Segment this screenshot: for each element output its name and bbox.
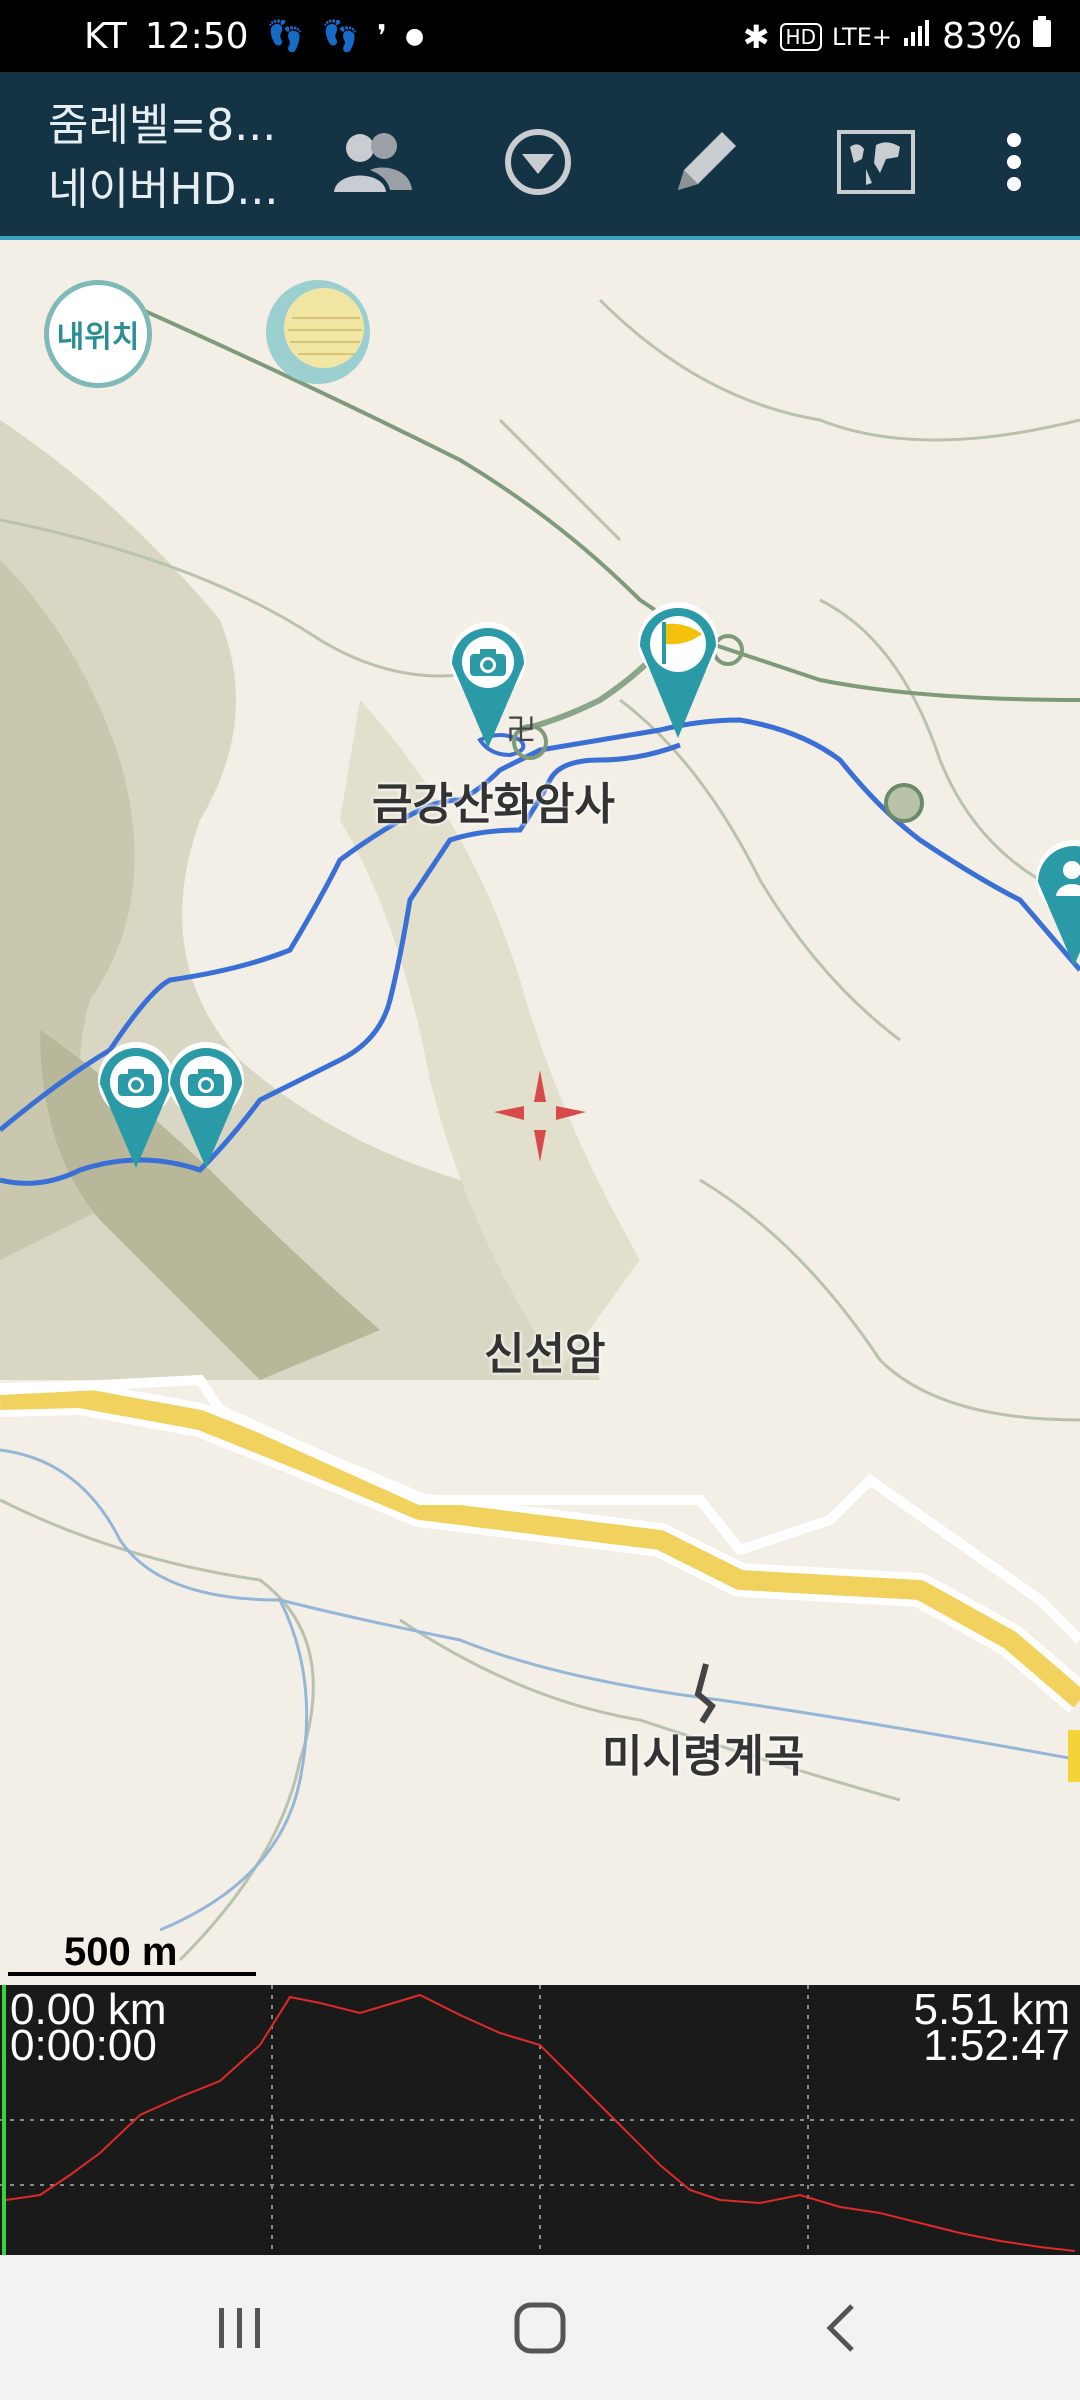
- recent-apps-button[interactable]: [180, 2293, 300, 2363]
- sun-icon: [266, 280, 370, 384]
- place-label-hermitage: 신선암: [484, 1329, 606, 1380]
- dot-icon: ●: [404, 24, 425, 49]
- stream-branch: [159, 1599, 309, 1932]
- person-icon: [1056, 861, 1080, 896]
- main-road: [0, 1388, 1080, 1708]
- bluetooth-icon: ✱: [742, 17, 770, 56]
- place-label-temple: 금강산화암사: [372, 779, 615, 830]
- trail-line: [519, 657, 653, 733]
- network-label: LTE+: [831, 22, 892, 51]
- direction-arrow-icon: [694, 1663, 716, 1724]
- elevation-profile[interactable]: 0.00 km 0:00:00 5.51 km 1:52:47: [0, 1985, 1080, 2255]
- status-left: KT 12:50 👣 👣 ❜ ●: [84, 16, 424, 57]
- user-waypoint-pin[interactable]: [1034, 838, 1080, 968]
- back-button[interactable]: [782, 2293, 902, 2363]
- elevation-cursor[interactable]: [2, 1985, 6, 2255]
- battery-label: 83%: [941, 16, 1022, 57]
- place-label-valley: 미시령계곡: [602, 1731, 805, 1782]
- map-select-button[interactable]: [826, 112, 926, 212]
- trail-marker: [884, 783, 924, 823]
- more-vertical-icon: [1007, 133, 1021, 191]
- app-toolbar: 줌레벨=8... 네이버HD...: [0, 72, 1080, 240]
- map-source-label: 네이버HD...: [48, 164, 279, 215]
- my-location-label: 내위치: [56, 320, 140, 355]
- friends-button[interactable]: [322, 112, 422, 212]
- zoom-level-label: 줌레벨=8...: [48, 100, 277, 151]
- flag-icon: [662, 622, 702, 664]
- photo-waypoint-pin[interactable]: [448, 620, 528, 750]
- scale-label: 500 m: [64, 1930, 178, 1974]
- photo-waypoint-pin[interactable]: [96, 1040, 176, 1170]
- recents-icon: [219, 2308, 260, 2348]
- camera-icon: [118, 1069, 154, 1096]
- photo-waypoint-pin[interactable]: [166, 1040, 246, 1170]
- status-bar: KT 12:50 👣 👣 ❜ ● ✱ HD LTE+ 83%: [0, 0, 1080, 72]
- clock: 12:50: [144, 16, 249, 57]
- sun-position-button[interactable]: [264, 278, 372, 386]
- status-right: ✱ HD LTE+ 83%: [743, 16, 1052, 57]
- people-icon: [334, 133, 412, 192]
- scale-line: [8, 1972, 256, 1976]
- back-icon: [826, 2304, 854, 2352]
- road-end-marker: [1068, 1730, 1080, 1782]
- world-map-icon: [837, 130, 915, 194]
- end-time: 1:52:47: [923, 2021, 1070, 2070]
- carrier-label: KT: [84, 16, 127, 57]
- camera-icon: [188, 1069, 224, 1096]
- notification-icon: ❜: [377, 19, 387, 54]
- system-nav-bar: [0, 2255, 1080, 2400]
- home-icon: [514, 2302, 566, 2354]
- start-flag-pin[interactable]: [636, 600, 720, 740]
- map-view[interactable]: 卍 내위치 금강산화암사 신선암 미시령계곡: [0, 240, 1080, 1985]
- hd-voice-badge: HD: [779, 22, 822, 51]
- road-casing: [0, 1381, 1080, 1713]
- start-time: 0:00:00: [10, 2021, 157, 2070]
- circle-chevron-down-icon: [505, 129, 571, 195]
- footsteps-icon: 👣: [321, 19, 360, 54]
- edit-button[interactable]: [656, 112, 756, 212]
- scale-bar: 500 m: [8, 1930, 258, 1978]
- map-title[interactable]: 줌레벨=8... 네이버HD...: [48, 94, 278, 222]
- pencil-icon: [678, 132, 736, 190]
- camera-icon: [470, 649, 506, 676]
- footsteps-icon: 👣: [266, 19, 304, 54]
- my-location-button[interactable]: 내위치: [44, 280, 152, 388]
- dropdown-button[interactable]: [488, 112, 588, 212]
- overflow-menu-button[interactable]: [964, 112, 1064, 212]
- signal-icon: [902, 16, 932, 57]
- battery-icon: [1032, 16, 1052, 57]
- home-button[interactable]: [480, 2293, 600, 2363]
